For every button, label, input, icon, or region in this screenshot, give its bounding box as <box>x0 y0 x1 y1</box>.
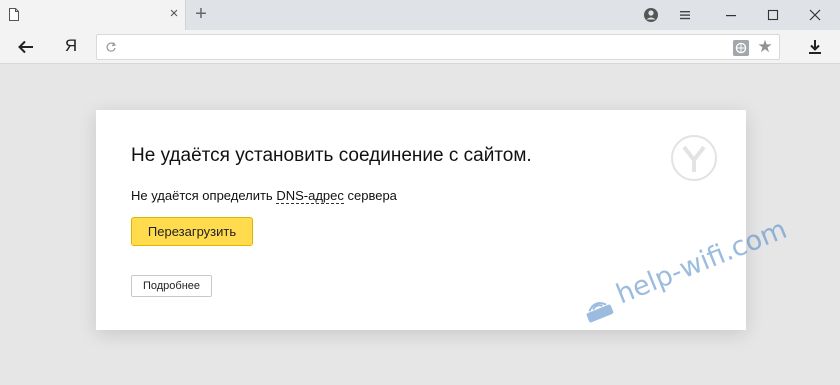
error-description-prefix: Не удаётся определить <box>131 188 277 203</box>
watermark-icon <box>586 302 614 323</box>
star-icon[interactable]: ★ <box>756 37 774 57</box>
site-badge-icon[interactable] <box>733 40 749 56</box>
error-description: Не удаётся определить DNS-адрес сервера <box>131 188 401 204</box>
address-bar[interactable]: ★ <box>96 34 780 60</box>
tab-close-icon[interactable]: × <box>167 6 181 21</box>
download-icon[interactable] <box>808 39 822 55</box>
close-icon[interactable] <box>802 2 828 28</box>
yandex-button[interactable]: Я <box>63 36 79 56</box>
page-icon <box>9 8 19 21</box>
error-title: Не удаётся установить соединение с сайто… <box>131 145 532 166</box>
tab-bar: × + <box>0 0 840 30</box>
reload-button[interactable]: Перезагрузить <box>131 217 253 246</box>
yandex-browser-logo <box>671 135 717 181</box>
reload-icon[interactable] <box>105 41 117 53</box>
details-button[interactable]: Подробнее <box>131 275 212 297</box>
error-description-suffix: сервера <box>343 188 397 203</box>
dns-term-link[interactable]: DNS-адрес <box>276 188 344 204</box>
browser-tab[interactable]: × <box>0 0 186 30</box>
maximize-icon[interactable] <box>760 2 786 28</box>
minimize-icon[interactable] <box>718 2 744 28</box>
new-tab-icon[interactable]: + <box>191 4 211 24</box>
menu-icon[interactable] <box>674 2 696 28</box>
navigation-bar: Я ★ <box>0 30 840 64</box>
back-arrow-icon[interactable] <box>16 38 36 56</box>
profile-icon[interactable] <box>640 2 662 28</box>
